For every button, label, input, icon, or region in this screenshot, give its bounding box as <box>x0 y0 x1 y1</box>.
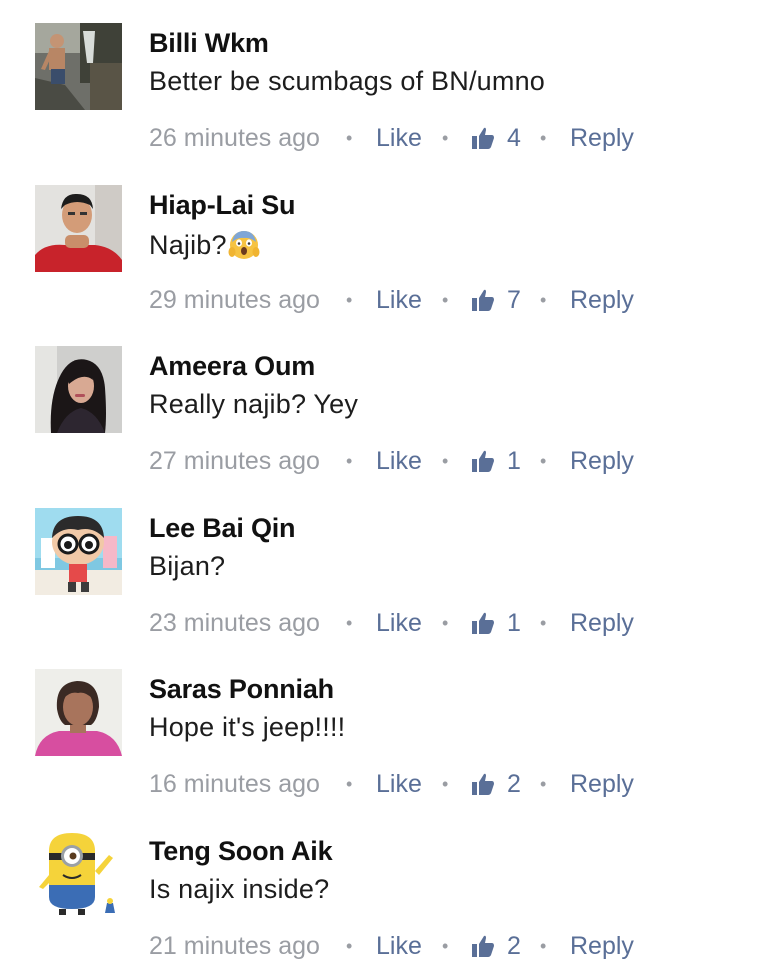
like-count: 1 <box>507 447 521 475</box>
reply-button[interactable]: Reply <box>570 445 634 477</box>
comment: Teng Soon Aik Is najix inside? 21 minute… <box>0 808 778 969</box>
separator-dot: • <box>540 936 547 956</box>
thumbs-up-icon <box>472 612 494 634</box>
comment: Lee Bai Qin Bijan? 23 minutes ago • Like… <box>0 485 778 646</box>
like-count: 7 <box>507 286 521 314</box>
comment-text: Najib? <box>149 230 227 260</box>
comment-timestamp: 27 minutes ago <box>149 447 320 475</box>
like-button[interactable]: Like <box>376 930 422 962</box>
comment-text: Really najib? Yey <box>149 389 359 419</box>
like-button[interactable]: Like <box>376 122 422 154</box>
avatar[interactable] <box>35 508 122 595</box>
thumbs-up-icon <box>472 289 494 311</box>
avatar[interactable] <box>35 23 122 110</box>
reply-button[interactable]: Reply <box>570 930 634 962</box>
like-count: 1 <box>507 609 521 637</box>
separator-dot: • <box>346 613 353 633</box>
face-screaming-in-fear-emoji <box>228 231 260 259</box>
separator-dot: • <box>346 774 353 794</box>
separator-dot: • <box>442 128 449 148</box>
like-button[interactable]: Like <box>376 768 422 800</box>
commenter-name[interactable]: Lee Bai Qin <box>149 513 296 544</box>
avatar[interactable] <box>35 185 122 272</box>
reply-button[interactable]: Reply <box>570 607 634 639</box>
avatar-photo <box>35 346 122 433</box>
avatar-photo <box>35 23 122 110</box>
comment: Saras Ponniah Hope it's jeep!!!! 16 minu… <box>0 646 778 807</box>
separator-dot: • <box>346 290 353 310</box>
separator-dot: • <box>442 451 449 471</box>
comment: Billi Wkm Better be scumbags of BN/umno … <box>0 0 778 161</box>
comment-text: Is najix inside? <box>149 874 330 904</box>
comment-timestamp: 26 minutes ago <box>149 124 320 152</box>
reply-button[interactable]: Reply <box>570 284 634 316</box>
comment-text: Hope it's jeep!!!! <box>149 712 346 742</box>
avatar-minion <box>35 831 122 918</box>
thumbs-up-icon <box>472 773 494 795</box>
comment-timestamp: 16 minutes ago <box>149 770 320 798</box>
like-count: 2 <box>507 770 521 798</box>
separator-dot: • <box>442 290 449 310</box>
separator-dot: • <box>346 936 353 956</box>
commenter-name[interactable]: Billi Wkm <box>149 28 269 59</box>
comment-text: Bijan? <box>149 551 226 581</box>
like-count: 2 <box>507 932 521 960</box>
commenter-name[interactable]: Saras Ponniah <box>149 674 334 705</box>
comment: Hiap-Lai Su Najib? 29 minutes ago • Like… <box>0 162 778 323</box>
thumbs-up-icon <box>472 450 494 472</box>
thumbs-up-icon <box>472 935 494 957</box>
reply-button[interactable]: Reply <box>570 768 634 800</box>
avatar-cartoon <box>35 508 122 595</box>
comment-text-row: Najib? <box>149 228 260 261</box>
separator-dot: • <box>540 451 547 471</box>
avatar-photo <box>35 185 122 272</box>
comment-timestamp: 29 minutes ago <box>149 286 320 314</box>
separator-dot: • <box>346 451 353 471</box>
commenter-name[interactable]: Hiap-Lai Su <box>149 190 296 221</box>
separator-dot: • <box>540 128 547 148</box>
avatar[interactable] <box>35 669 122 756</box>
avatar-photo <box>35 669 122 756</box>
commenter-name[interactable]: Teng Soon Aik <box>149 836 333 867</box>
like-button[interactable]: Like <box>376 284 422 316</box>
commenter-name[interactable]: Ameera Oum <box>149 351 315 382</box>
like-button[interactable]: Like <box>376 607 422 639</box>
avatar[interactable] <box>35 831 122 918</box>
reply-button[interactable]: Reply <box>570 122 634 154</box>
avatar[interactable] <box>35 346 122 433</box>
comment-text: Better be scumbags of BN/umno <box>149 66 545 96</box>
comment-timestamp: 23 minutes ago <box>149 609 320 637</box>
thumbs-up-icon <box>472 127 494 149</box>
separator-dot: • <box>540 774 547 794</box>
like-count: 4 <box>507 124 521 152</box>
comment: Ameera Oum Really najib? Yey 27 minutes … <box>0 323 778 484</box>
comment-timestamp: 21 minutes ago <box>149 932 320 960</box>
separator-dot: • <box>442 936 449 956</box>
separator-dot: • <box>442 774 449 794</box>
separator-dot: • <box>540 613 547 633</box>
separator-dot: • <box>540 290 547 310</box>
separator-dot: • <box>346 128 353 148</box>
like-button[interactable]: Like <box>376 445 422 477</box>
separator-dot: • <box>442 613 449 633</box>
